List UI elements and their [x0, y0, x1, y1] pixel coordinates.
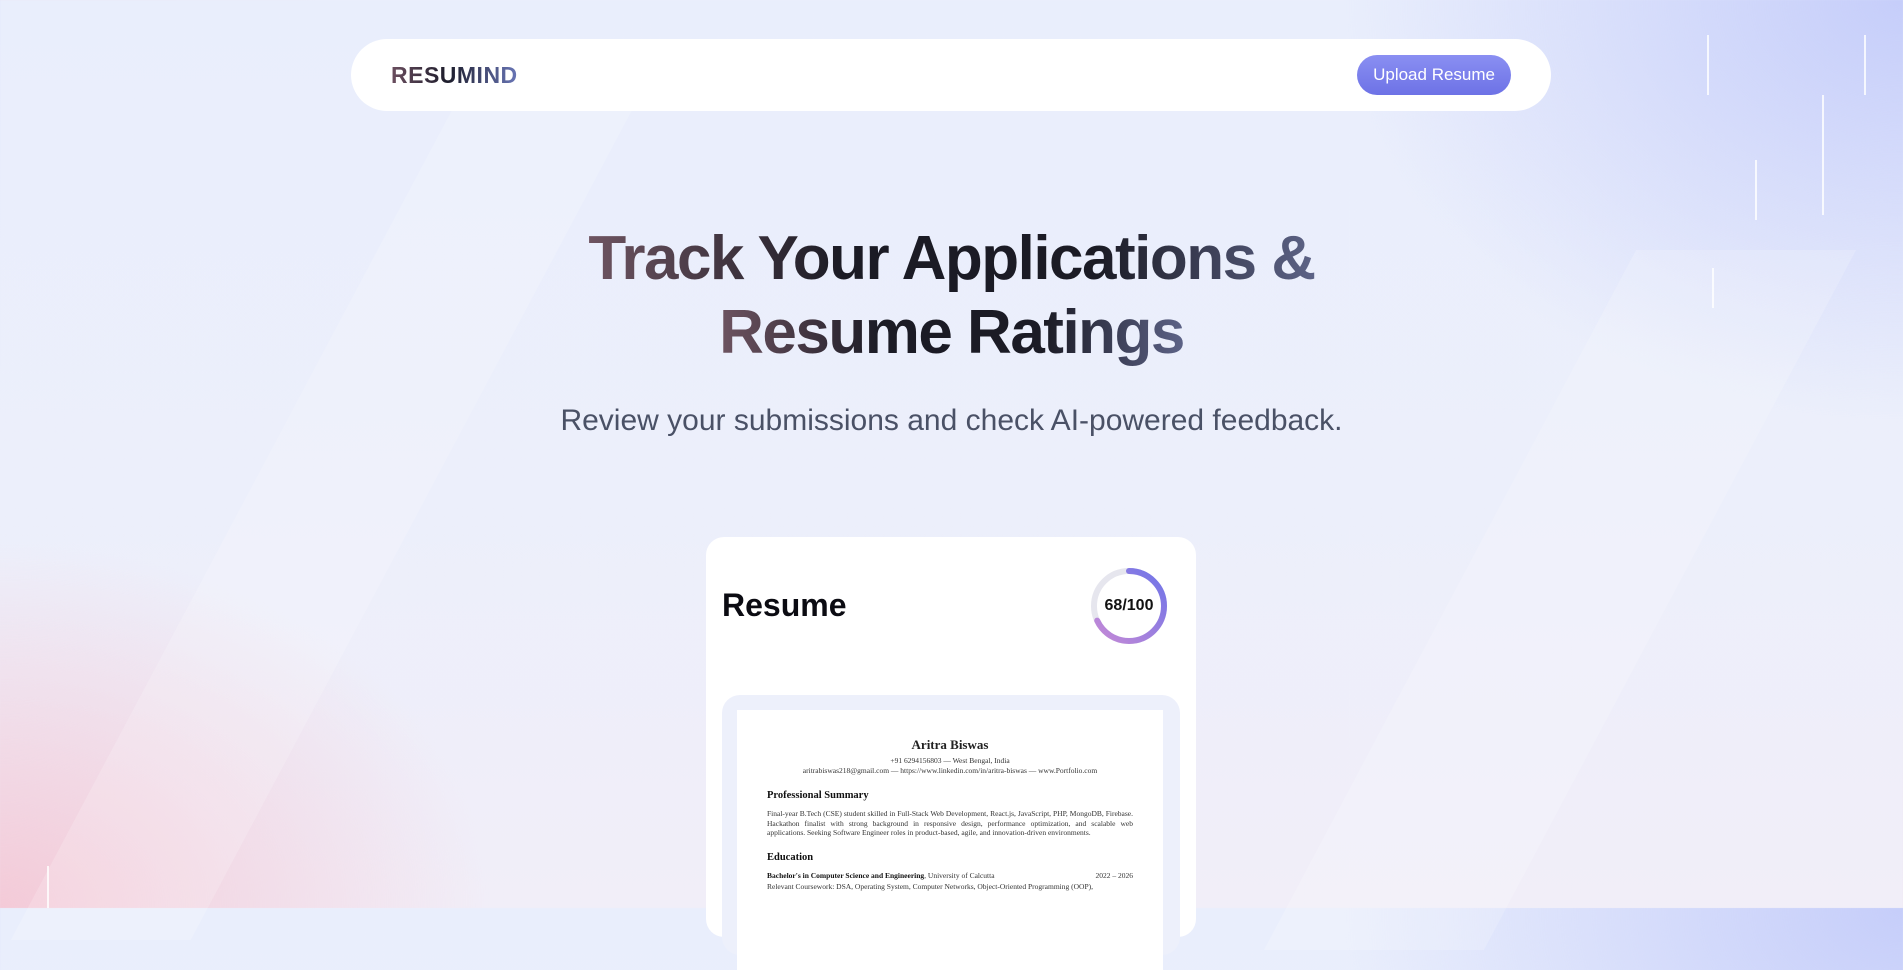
resume-contact-line2: aritrabiswas218@gmail.com — https://www.…	[802, 766, 1098, 775]
page-subtitle: Review your submissions and check AI-pow…	[560, 404, 1343, 437]
resume-institution: , University of Calcutta	[924, 870, 995, 880]
resume-summary-heading: Professional Summary	[767, 790, 869, 801]
resume-coursework: Relevant Coursework: DSA, Operating Syst…	[767, 881, 1093, 891]
resume-degree: Bachelor's in Computer Science and Engin…	[767, 870, 925, 880]
upload-resume-button[interactable]: Upload Resume	[1357, 55, 1511, 95]
resume-name: Aritra Biswas	[911, 737, 989, 752]
score-circle: 68/100	[1089, 566, 1169, 646]
background-line	[1707, 35, 1709, 95]
logo[interactable]: RESUMIND	[391, 62, 518, 89]
background-streak	[10, 40, 670, 940]
background-line	[47, 866, 49, 908]
resume-education-heading: Education	[767, 851, 814, 863]
page-title: Track Your Applications & Resume Ratings	[0, 222, 1903, 370]
background-line	[1755, 160, 1757, 220]
resume-document: Aritra Biswas +91 6294156803 — West Beng…	[737, 710, 1163, 970]
resume-card-title: Resume	[722, 587, 847, 623]
resume-years: 2022 – 2026	[1095, 870, 1134, 880]
resume-preview[interactable]: Aritra Biswas +91 6294156803 — West Beng…	[722, 695, 1180, 970]
navbar: RESUMIND Upload Resume	[351, 39, 1551, 111]
page-title-line1: Track Your Applications &	[588, 224, 1316, 293]
resume-card[interactable]: Resume 68/100 Aritra Biswas +91 62941568…	[706, 537, 1196, 970]
resume-education-row: Bachelor's in Computer Science and Engin…	[767, 871, 1133, 880]
page-title-line2: Resume Ratings	[719, 298, 1185, 367]
resume-contact-line1: +91 6294156803 — West Bengal, India	[890, 756, 1010, 765]
background-line	[1822, 95, 1824, 215]
score-label: 68/100	[1104, 597, 1154, 614]
background-line	[1864, 35, 1866, 95]
resume-summary-text: Final-year B.Tech (CSE) student skilled …	[767, 809, 1133, 837]
